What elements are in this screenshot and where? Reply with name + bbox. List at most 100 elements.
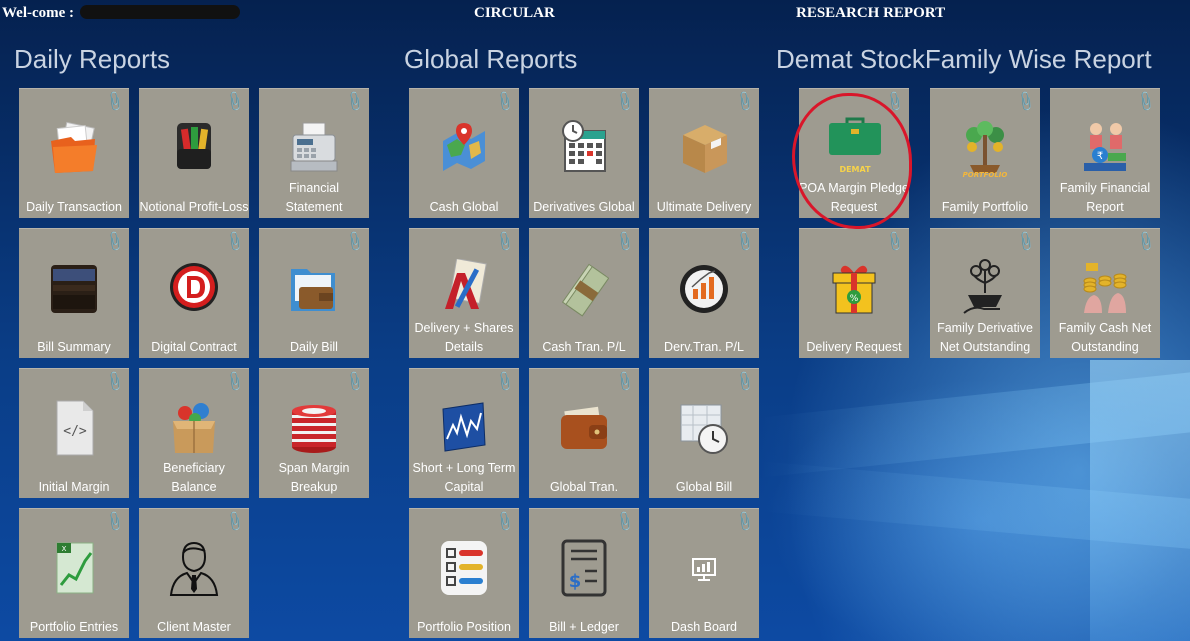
tile-label: Daily Bill xyxy=(290,340,338,354)
folder-wallet-icon xyxy=(291,269,335,311)
paperclip-icon: 📎 xyxy=(732,90,757,114)
circular-link[interactable]: CIRCULAR xyxy=(474,5,555,22)
tile-financial-statement[interactable]: 📎 Financial Statement xyxy=(259,88,369,218)
tile-daily-transaction[interactable]: 📎 Daily Transaction xyxy=(19,88,129,218)
tile-family-cash-net-outstanding[interactable]: 📎 Family Cash Net Outstanding xyxy=(1050,228,1160,358)
demat-text: DEMAT xyxy=(839,165,871,174)
tile-label: Digital Contract xyxy=(151,340,237,354)
paperclip-icon: 📎 xyxy=(882,90,907,114)
tile-label: Ultimate Delivery xyxy=(656,200,752,214)
tile-portfolio-entries[interactable]: 📎 X Portfolio Entries xyxy=(19,508,129,638)
section-title-daily: Daily Reports xyxy=(14,44,171,74)
digital-d-logo-icon xyxy=(170,263,218,311)
tile-label: Global Tran. xyxy=(549,480,619,494)
tile-portfolio-position[interactable]: 📎 Portfolio Position xyxy=(409,508,519,638)
tile-label: Cash Global xyxy=(429,200,499,214)
businessman-icon xyxy=(169,541,219,596)
svg-text:₹: ₹ xyxy=(1097,151,1103,162)
paperclip-icon: 📎 xyxy=(492,510,517,534)
paperclip-icon: 📎 xyxy=(732,370,757,394)
tile-cash-global[interactable]: 📎 Cash Global xyxy=(409,88,519,218)
tile-label: Derv.Tran. P/L xyxy=(664,340,744,354)
tile-label: Span Margin Breakup xyxy=(278,461,350,494)
tile-initial-margin[interactable]: 📎 </> Initial Margin xyxy=(19,368,129,498)
tile-label: Bill + Ledger xyxy=(549,620,619,634)
invoice-dollar-icon: $ xyxy=(561,539,607,597)
hand-coins-plant-icon xyxy=(963,259,1002,314)
family-finance-icon: ₹ xyxy=(1084,123,1126,171)
tile-label: Global Bill xyxy=(675,480,733,494)
leather-wallet-icon xyxy=(561,406,607,449)
paperclip-icon: 📎 xyxy=(1013,230,1038,254)
tile-cash-tran-pl[interactable]: 📎 Cash Tran. P/L xyxy=(529,228,639,358)
poker-chips-icon xyxy=(292,405,336,453)
tile-delivery-shares-details[interactable]: 📎 Delivery + Shares Details xyxy=(409,228,519,358)
paperclip-icon: 📎 xyxy=(612,230,637,254)
paperclip-icon: 📎 xyxy=(222,510,247,534)
folder-documents-icon xyxy=(51,121,97,173)
tile-label: Client Master xyxy=(157,620,231,634)
tile-global-bill[interactable]: 📎 Global Bill xyxy=(649,368,759,498)
tile-label: Initial Margin xyxy=(38,480,110,494)
tile-notional-profit-loss[interactable]: 📎 Notional Profit-Loss xyxy=(139,88,249,218)
notebook-pen-icon xyxy=(445,259,487,309)
tile-bill-summary[interactable]: 📎 Bill Summary xyxy=(19,228,129,358)
portfolio-text: PORTFOLIO xyxy=(962,171,1008,179)
tile-derv-tran-pl[interactable]: 📎 Derv.Tran. P/L xyxy=(649,228,759,358)
tile-family-derivative-net-outstanding[interactable]: 📎 Family Derivative Net Outstanding xyxy=(930,228,1040,358)
tile-label: POA Margin Pledge Request xyxy=(799,181,909,214)
tile-label: Delivery + Shares Details xyxy=(414,321,514,354)
paperclip-icon: 📎 xyxy=(612,510,637,534)
paperclip-icon: 📎 xyxy=(222,90,247,114)
tile-label: Portfolio Position xyxy=(417,620,511,634)
money-tree-icon xyxy=(966,121,1004,173)
demat-briefcase-icon xyxy=(829,117,881,155)
tile-label: Daily Transaction xyxy=(26,200,122,214)
tile-daily-bill[interactable]: 📎 Daily Bill xyxy=(259,228,369,358)
svg-text:%: % xyxy=(850,294,859,304)
paperclip-icon: 📎 xyxy=(222,230,247,254)
svg-text:$: $ xyxy=(569,571,582,592)
paperclip-icon: 📎 xyxy=(342,230,367,254)
paperclip-icon: 📎 xyxy=(492,230,517,254)
paperclip-icon: 📎 xyxy=(102,510,127,534)
calendar-clock-icon xyxy=(680,404,728,454)
tile-short-long-term-capital[interactable]: 📎 Short + Long Term Capital xyxy=(409,368,519,498)
map-pin-icon xyxy=(443,123,485,171)
tile-label: Financial Statement xyxy=(285,181,343,214)
tile-global-tran[interactable]: 📎 Global Tran. xyxy=(529,368,639,498)
tile-dash-board[interactable]: 📎 Dash Board xyxy=(649,508,759,638)
tile-label: Bill Summary xyxy=(37,340,111,354)
paperclip-icon: 📎 xyxy=(732,510,757,534)
spreadsheet-chart-icon: X xyxy=(56,542,94,594)
svg-text:X: X xyxy=(62,545,67,553)
paperclip-icon: 📎 xyxy=(102,90,127,114)
tile-span-margin-breakup[interactable]: 📎 Span Margin Breakup xyxy=(259,368,369,498)
wallpaper-window-panel xyxy=(1090,360,1190,641)
tile-derivatives-global[interactable]: 📎 Derivatives Global xyxy=(529,88,639,218)
paperclip-icon: 📎 xyxy=(882,230,907,254)
tile-label: Dash Board xyxy=(670,620,737,634)
section-title-global: Global Reports xyxy=(404,44,578,74)
growth-chart-circle-icon xyxy=(680,265,728,313)
wallet-cards-icon xyxy=(177,123,211,169)
tile-digital-contract[interactable]: 📎 Digital Contract xyxy=(139,228,249,358)
tile-family-financial-report[interactable]: 📎 ₹ Family Financial Report xyxy=(1050,88,1160,218)
paperclip-icon: 📎 xyxy=(102,370,127,394)
tile-bill-ledger[interactable]: 📎 $ Bill + Ledger xyxy=(529,508,639,638)
tile-beneficiary-balance[interactable]: 📎 Beneficiary Balance xyxy=(139,368,249,498)
paperclip-icon: 📎 xyxy=(102,230,127,254)
tile-label: Beneficiary Balance xyxy=(163,461,225,494)
tile-ultimate-delivery[interactable]: 📎 Ultimate Delivery xyxy=(649,88,759,218)
tile-client-master[interactable]: 📎 Client Master xyxy=(139,508,249,638)
tile-poa-margin-pledge-request[interactable]: 📎 DEMAT POA Margin Pledge Request xyxy=(799,88,909,218)
tile-family-portfolio[interactable]: 📎 PORTFOLIO Family Portfolio xyxy=(930,88,1040,218)
tile-label: Short + Long Term Capital xyxy=(412,461,516,494)
research-report-link[interactable]: RESEARCH REPORT xyxy=(796,5,945,22)
calendar-clock-icon xyxy=(562,120,606,172)
paperclip-icon: 📎 xyxy=(1133,90,1158,114)
tile-label: Family Cash Net Outstanding xyxy=(1058,321,1152,354)
svg-text:</>: </> xyxy=(63,424,87,439)
money-stack-icon xyxy=(561,263,609,317)
tile-delivery-request[interactable]: 📎 % Delivery Request xyxy=(799,228,909,358)
